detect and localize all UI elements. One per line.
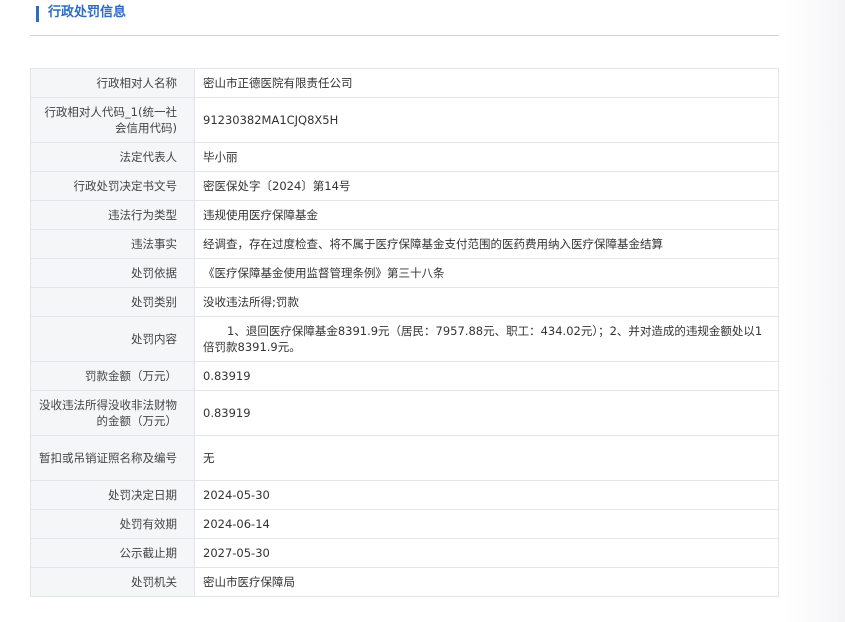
- row-label: 罚款金额（万元）: [30, 361, 195, 391]
- row-value: 《医疗保障基金使用监督管理条例》第三十八条: [194, 258, 779, 288]
- section-header: 行政处罚信息: [30, 0, 779, 36]
- section-title: 行政处罚信息: [48, 5, 127, 20]
- row-value: 违规使用医疗保障基金: [194, 200, 779, 230]
- table-row: 行政处罚决定书文号 密医保处字〔2024〕第14号: [30, 171, 779, 201]
- table-row: 没收违法所得没收非法财物的金额（万元） 0.83919: [30, 390, 779, 436]
- row-label: 违法行为类型: [30, 200, 195, 230]
- row-label: 公示截止期: [30, 538, 195, 568]
- row-value: 2024-05-30: [194, 480, 779, 510]
- row-label: 处罚依据: [30, 258, 195, 288]
- table-row: 处罚有效期 2024-06-14: [30, 509, 779, 539]
- row-label: 行政相对人名称: [30, 68, 195, 98]
- row-value: 2024-06-14: [194, 509, 779, 539]
- table-row: 行政相对人名称 密山市正德医院有限责任公司: [30, 68, 779, 98]
- row-label: 行政相对人代码_1(统一社会信用代码): [30, 97, 195, 143]
- table-row: 暂扣或吊销证照名称及编号 无: [30, 435, 779, 481]
- page: 行政处罚信息 行政相对人名称 密山市正德医院有限责任公司 行政相对人代码_1(统…: [0, 0, 845, 622]
- row-value: 2027-05-30: [194, 538, 779, 568]
- table-row: 公示截止期 2027-05-30: [30, 538, 779, 568]
- row-value: 密医保处字〔2024〕第14号: [194, 171, 779, 201]
- table-row: 罚款金额（万元） 0.83919: [30, 361, 779, 391]
- row-label: 处罚决定日期: [30, 480, 195, 510]
- row-value: 0.83919: [194, 390, 779, 436]
- row-value: 密山市正德医院有限责任公司: [194, 68, 779, 98]
- row-value: 没收违法所得;罚款: [194, 287, 779, 317]
- table-row: 处罚类别 没收违法所得;罚款: [30, 287, 779, 317]
- table-row: 处罚内容 1、退回医疗保障基金8391.9元（居民：7957.88元、职工：43…: [30, 316, 779, 362]
- row-value: 密山市医疗保障局: [194, 567, 779, 597]
- row-label: 没收违法所得没收非法财物的金额（万元）: [30, 390, 195, 436]
- table-row: 处罚机关 密山市医疗保障局: [30, 567, 779, 597]
- row-label: 处罚有效期: [30, 509, 195, 539]
- row-value: 1、退回医疗保障基金8391.9元（居民：7957.88元、职工：434.02元…: [194, 316, 779, 362]
- row-label: 违法事实: [30, 229, 195, 259]
- table-row: 处罚依据 《医疗保障基金使用监督管理条例》第三十八条: [30, 258, 779, 288]
- scroll-shade: [785, 0, 845, 622]
- row-value: 0.83919: [194, 361, 779, 391]
- table-row: 违法事实 经调查，存在过度检查、将不属于医疗保障基金支付范围的医药费用纳入医疗保…: [30, 229, 779, 259]
- penalty-info-table: 行政相对人名称 密山市正德医院有限责任公司 行政相对人代码_1(统一社会信用代码…: [30, 68, 779, 597]
- section-accent-bar: [36, 6, 39, 22]
- row-label: 处罚类别: [30, 287, 195, 317]
- table-row: 处罚决定日期 2024-05-30: [30, 480, 779, 510]
- row-value: 91230382MA1CJQ8X5H: [194, 97, 779, 143]
- row-label: 暂扣或吊销证照名称及编号: [30, 435, 195, 481]
- row-value: 无: [194, 435, 779, 481]
- row-value: 经调查，存在过度检查、将不属于医疗保障基金支付范围的医药费用纳入医疗保障基金结算: [194, 229, 779, 259]
- row-label: 处罚内容: [30, 316, 195, 362]
- table-row: 法定代表人 毕小丽: [30, 142, 779, 172]
- table-row: 行政相对人代码_1(统一社会信用代码) 91230382MA1CJQ8X5H: [30, 97, 779, 143]
- row-label: 行政处罚决定书文号: [30, 171, 195, 201]
- row-label: 法定代表人: [30, 142, 195, 172]
- table-row: 违法行为类型 违规使用医疗保障基金: [30, 200, 779, 230]
- row-value: 毕小丽: [194, 142, 779, 172]
- row-label: 处罚机关: [30, 567, 195, 597]
